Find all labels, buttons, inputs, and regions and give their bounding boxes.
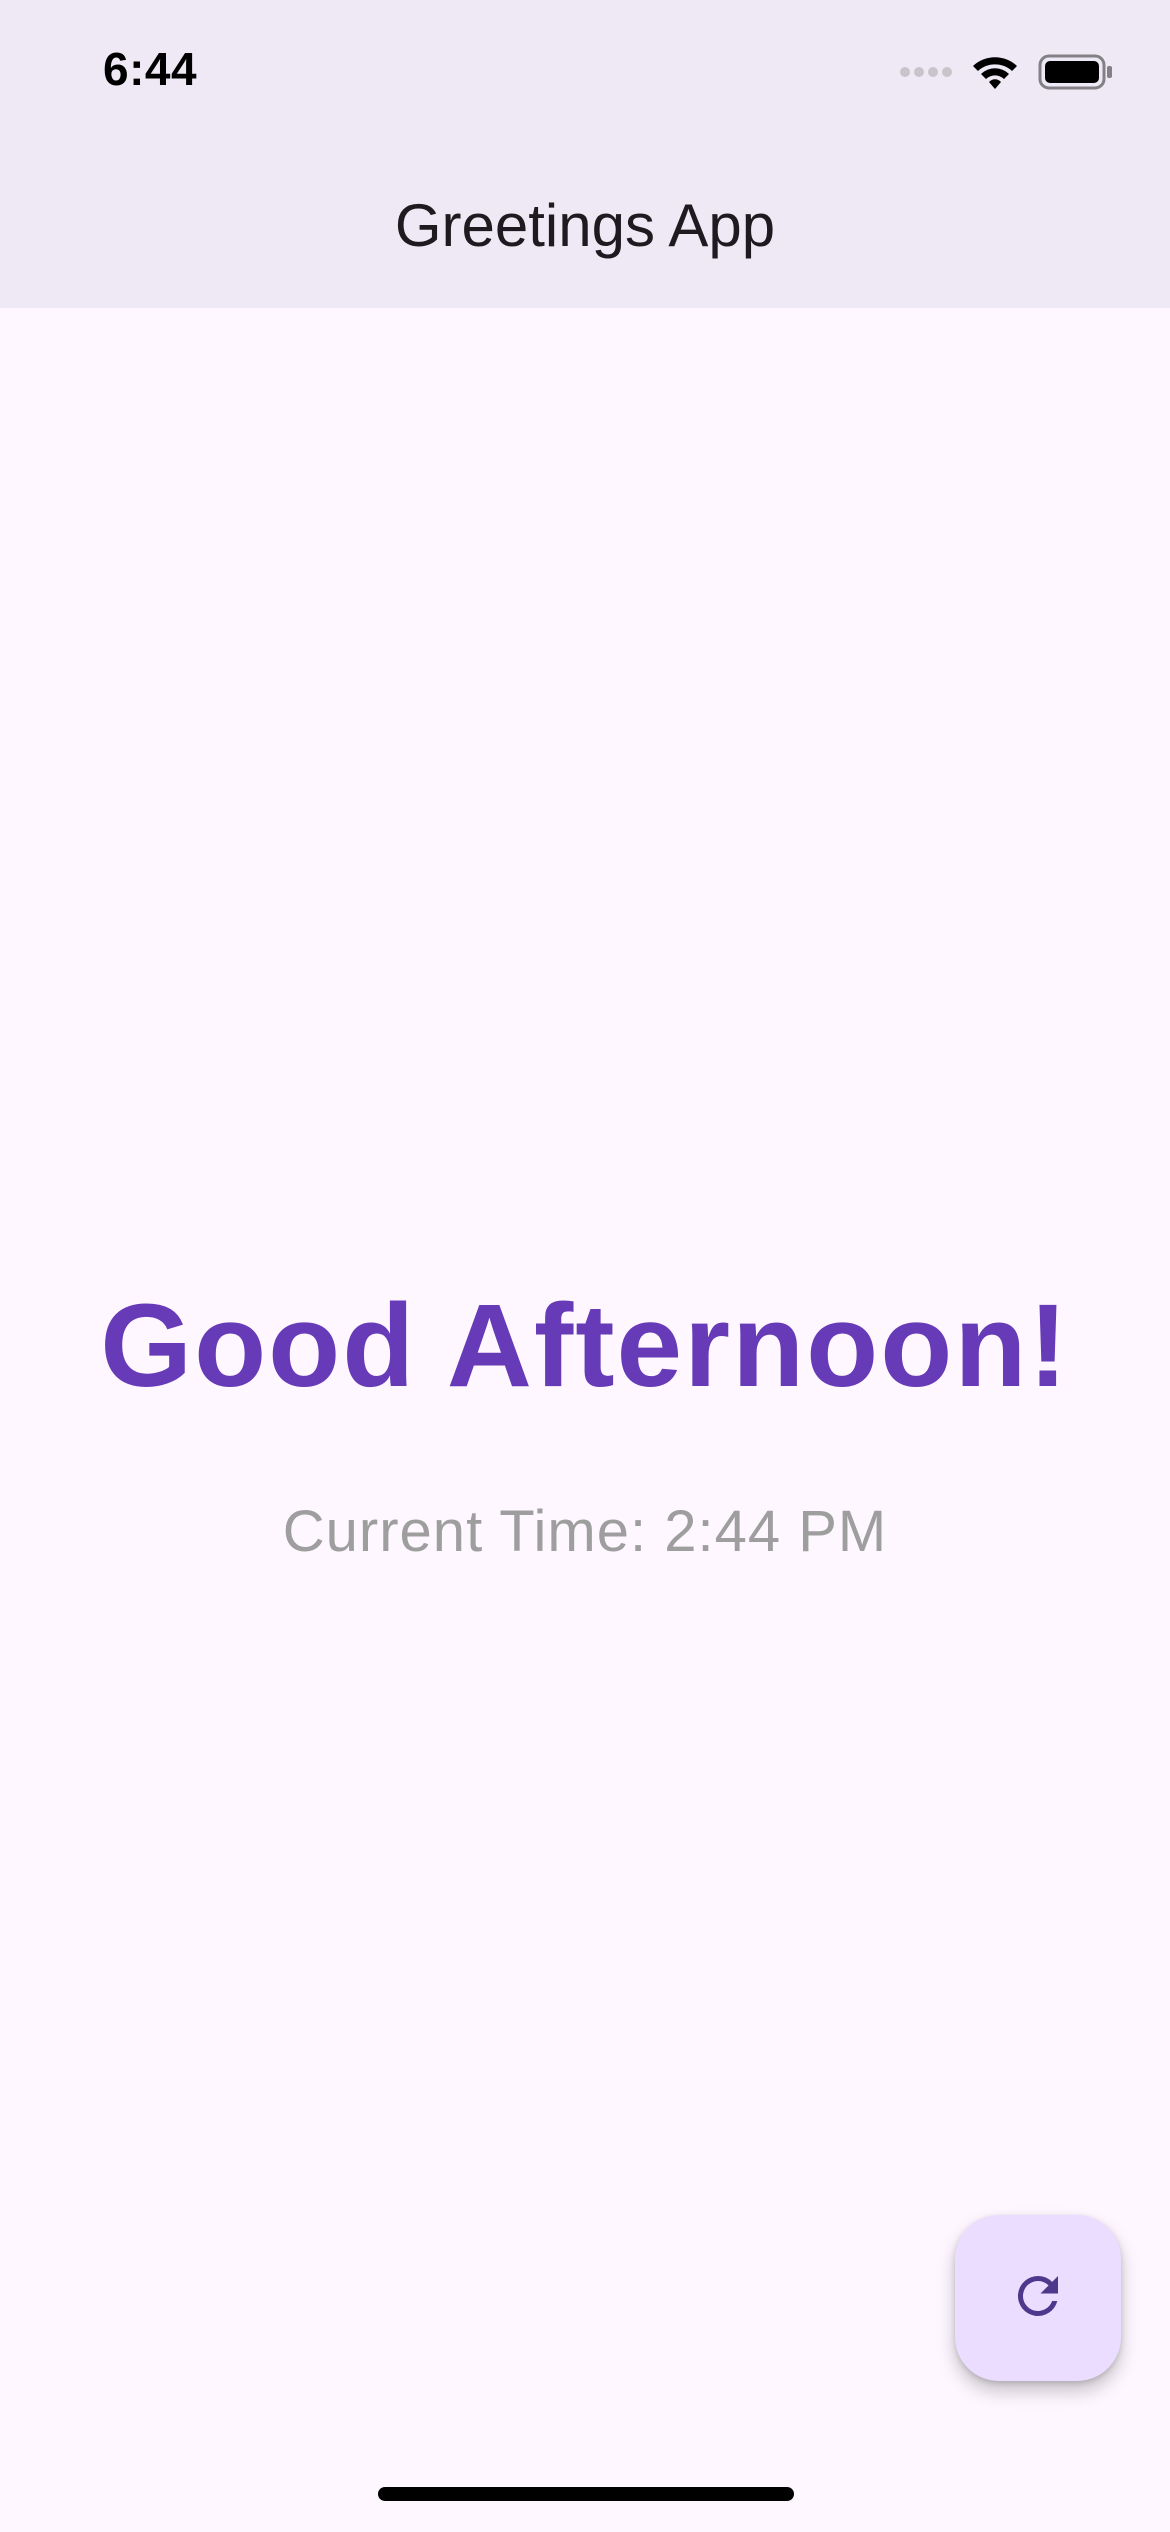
status-icons	[900, 52, 1114, 96]
main-content: Good Afternoon! Current Time: 2:44 PM	[0, 308, 1170, 2532]
battery-icon	[1038, 53, 1114, 96]
signal-icon	[900, 65, 952, 83]
current-time-text: Current Time: 2:44 PM	[282, 1499, 888, 1564]
home-indicator[interactable]	[378, 2487, 794, 2501]
refresh-icon	[1008, 2266, 1068, 2331]
app-bar: Greetings App	[0, 150, 1170, 308]
wifi-icon	[970, 53, 1020, 96]
greeting-text: Good Afternoon!	[100, 1280, 1070, 1412]
status-bar: 6:44	[0, 0, 1170, 150]
refresh-button[interactable]	[955, 2215, 1121, 2381]
status-time: 6:44	[103, 43, 198, 95]
app-title: Greetings App	[394, 191, 776, 259]
